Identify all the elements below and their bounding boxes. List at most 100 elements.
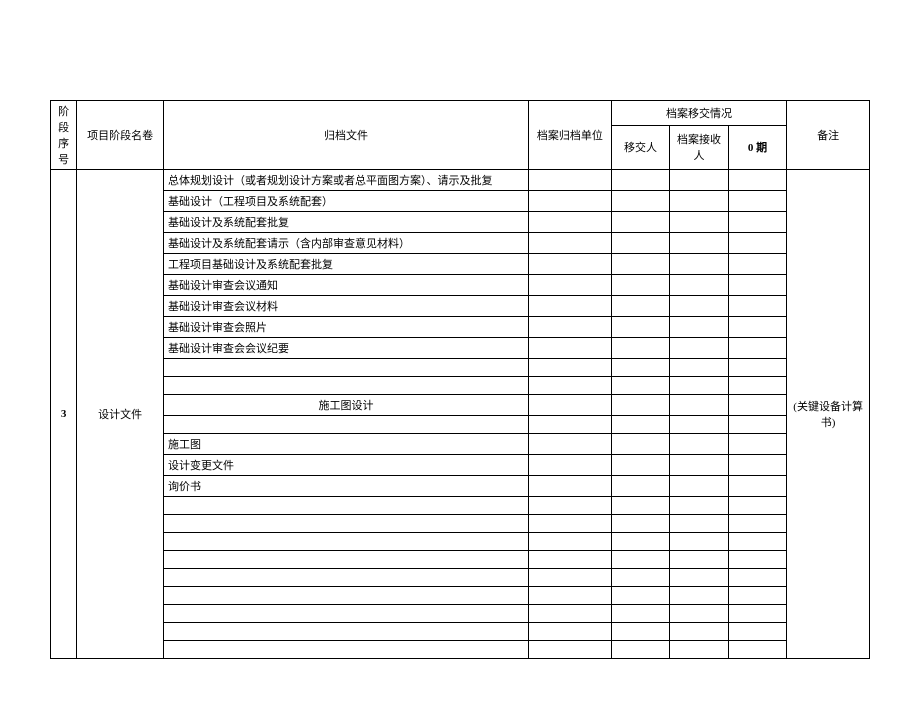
transfer-cell xyxy=(611,515,670,533)
doc-cell: 询价书 xyxy=(163,476,528,497)
receiver-cell xyxy=(670,170,729,191)
table-row xyxy=(51,416,870,434)
doc-cell xyxy=(163,605,528,623)
receiver-cell xyxy=(670,587,729,605)
header-unit: 档案归档单位 xyxy=(529,101,612,170)
period-cell xyxy=(728,623,787,641)
receiver-cell xyxy=(670,191,729,212)
doc-cell xyxy=(163,533,528,551)
period-cell xyxy=(728,515,787,533)
table-row: 基础设计（工程项目及系统配套） xyxy=(51,191,870,212)
period-cell xyxy=(728,416,787,434)
doc-cell: 基础设计（工程项目及系统配套） xyxy=(163,191,528,212)
table-row xyxy=(51,497,870,515)
doc-cell xyxy=(163,377,528,395)
period-cell xyxy=(728,605,787,623)
receiver-cell xyxy=(670,641,729,659)
receiver-cell xyxy=(670,359,729,377)
stage-cell: 设计文件 xyxy=(77,170,164,659)
period-cell xyxy=(728,233,787,254)
unit-cell xyxy=(529,416,612,434)
unit-cell xyxy=(529,233,612,254)
transfer-cell xyxy=(611,605,670,623)
transfer-cell xyxy=(611,434,670,455)
receiver-cell xyxy=(670,455,729,476)
unit-cell xyxy=(529,338,612,359)
doc-cell: 施工图 xyxy=(163,434,528,455)
table-row: 设计变更文件 xyxy=(51,455,870,476)
table-row: 基础设计审查会议材料 xyxy=(51,296,870,317)
receiver-cell xyxy=(670,515,729,533)
table-header: 阶段序号 项目阶段名卷 归档文件 档案归档单位 档案移交情况 备注 移交人 档案… xyxy=(51,101,870,170)
header-receiver: 档案接收人 xyxy=(670,125,729,169)
period-cell xyxy=(728,533,787,551)
table-row xyxy=(51,533,870,551)
doc-cell: 基础设计审查会议材料 xyxy=(163,296,528,317)
transfer-cell xyxy=(611,569,670,587)
table-row xyxy=(51,569,870,587)
receiver-cell xyxy=(670,254,729,275)
receiver-cell xyxy=(670,296,729,317)
receiver-cell xyxy=(670,497,729,515)
unit-cell xyxy=(529,212,612,233)
receiver-cell xyxy=(670,212,729,233)
unit-cell xyxy=(529,587,612,605)
doc-cell: 基础设计审查会照片 xyxy=(163,317,528,338)
doc-cell: 基础设计审查会会议纪要 xyxy=(163,338,528,359)
period-cell xyxy=(728,434,787,455)
transfer-cell xyxy=(611,359,670,377)
doc-cell xyxy=(163,623,528,641)
transfer-cell xyxy=(611,623,670,641)
seq-cell: 3 xyxy=(51,170,77,659)
unit-cell xyxy=(529,275,612,296)
doc-cell xyxy=(163,359,528,377)
unit-cell xyxy=(529,497,612,515)
period-cell xyxy=(728,191,787,212)
table-row xyxy=(51,587,870,605)
receiver-cell xyxy=(670,569,729,587)
table-row: 工程项目基础设计及系统配套批复 xyxy=(51,254,870,275)
unit-cell xyxy=(529,533,612,551)
doc-cell xyxy=(163,497,528,515)
transfer-cell xyxy=(611,476,670,497)
receiver-cell xyxy=(670,275,729,296)
transfer-cell xyxy=(611,533,670,551)
transfer-cell xyxy=(611,275,670,296)
unit-cell xyxy=(529,623,612,641)
transfer-cell xyxy=(611,233,670,254)
table-row: 施工图设计 xyxy=(51,395,870,416)
doc-cell: 施工图设计 xyxy=(163,395,528,416)
transfer-cell xyxy=(611,317,670,338)
period-cell xyxy=(728,395,787,416)
header-period: 0 期 xyxy=(728,125,787,169)
period-cell xyxy=(728,317,787,338)
transfer-cell xyxy=(611,641,670,659)
receiver-cell xyxy=(670,605,729,623)
period-cell xyxy=(728,212,787,233)
period-cell xyxy=(728,377,787,395)
transfer-cell xyxy=(611,455,670,476)
doc-cell: 基础设计及系统配套批复 xyxy=(163,212,528,233)
unit-cell xyxy=(529,476,612,497)
table-row: 基础设计审查会会议纪要 xyxy=(51,338,870,359)
receiver-cell xyxy=(670,416,729,434)
transfer-cell xyxy=(611,416,670,434)
period-cell xyxy=(728,551,787,569)
unit-cell xyxy=(529,359,612,377)
period-cell xyxy=(728,359,787,377)
header-doc: 归档文件 xyxy=(163,101,528,170)
table-row xyxy=(51,377,870,395)
doc-cell: 基础设计及系统配套请示（含内部审查意见材料） xyxy=(163,233,528,254)
table-row: 施工图 xyxy=(51,434,870,455)
receiver-cell xyxy=(670,317,729,338)
table-row xyxy=(51,515,870,533)
table-row: 基础设计及系统配套批复 xyxy=(51,212,870,233)
header-transfer-group: 档案移交情况 xyxy=(611,101,787,126)
unit-cell xyxy=(529,191,612,212)
doc-cell: 工程项目基础设计及系统配套批复 xyxy=(163,254,528,275)
remark-cell: (关键设备计算书) xyxy=(787,170,870,659)
table-row xyxy=(51,641,870,659)
transfer-cell xyxy=(611,191,670,212)
unit-cell xyxy=(529,317,612,338)
receiver-cell xyxy=(670,395,729,416)
